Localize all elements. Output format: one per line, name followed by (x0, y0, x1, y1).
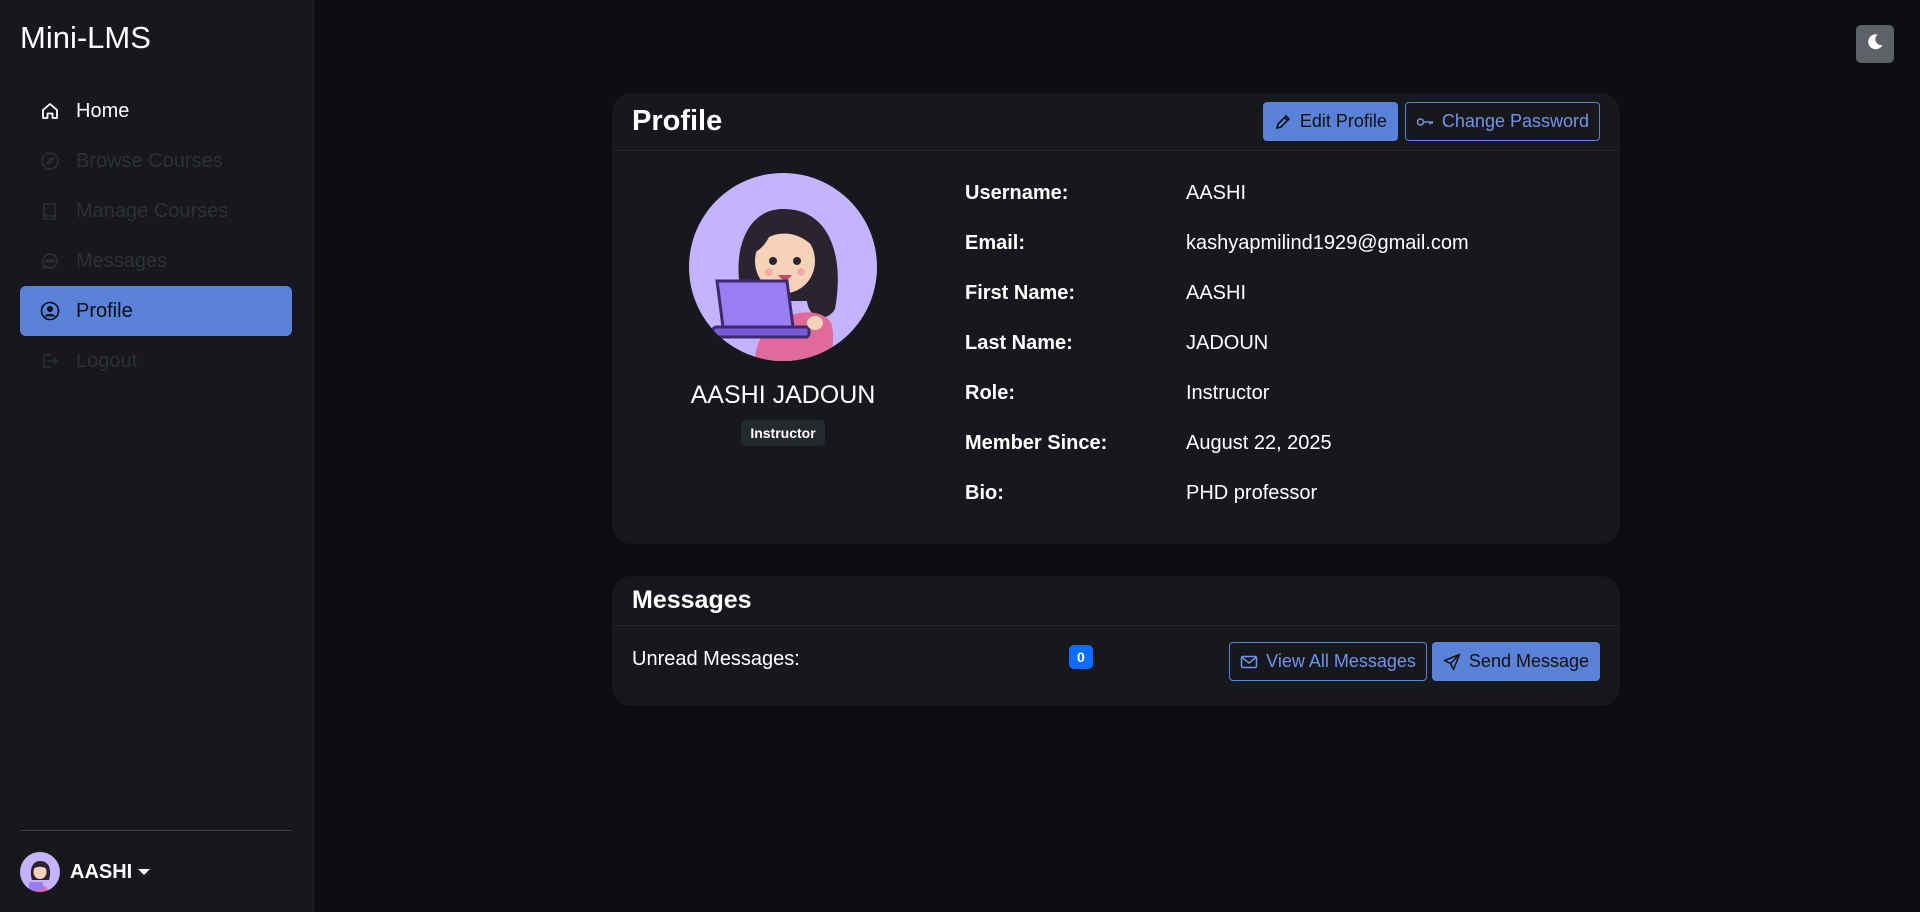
user-name: AASHI (70, 860, 133, 883)
detail-row-first-name: First Name: AASHI (965, 268, 1469, 318)
sidebar-item-manage-courses[interactable]: Manage Courses (20, 186, 292, 236)
detail-label: Last Name: (965, 331, 1073, 354)
detail-value: Instructor (1186, 381, 1270, 404)
pencil-icon (1274, 113, 1292, 131)
detail-value: August 22, 2025 (1186, 431, 1332, 454)
detail-label: First Name: (965, 281, 1076, 304)
avatar (20, 852, 60, 892)
user-menu-toggle[interactable]: AASHI (20, 852, 151, 892)
sidebar-item-label: Profile (76, 299, 133, 322)
moon-icon (1865, 32, 1885, 57)
detail-label: Username: (965, 181, 1069, 204)
messages-card: Messages Unread Messages: 0 View All Mes… (612, 576, 1620, 706)
detail-row-email: Email: kashyapmilind1929@gmail.com (965, 218, 1469, 268)
home-icon (40, 101, 60, 121)
sidebar-item-home[interactable]: Home (20, 86, 292, 136)
detail-value: AASHI (1186, 281, 1247, 304)
sidebar-item-logout[interactable]: Logout (20, 336, 292, 386)
logout-icon (40, 351, 60, 371)
detail-value: AASHI (1186, 181, 1247, 204)
view-all-messages-button[interactable]: View All Messages (1229, 642, 1427, 681)
chat-icon (40, 251, 60, 271)
detail-row-last-name: Last Name: JADOUN (965, 318, 1469, 368)
compass-icon (40, 151, 60, 171)
sidebar-nav: Home Browse Courses Manage Courses Messa… (20, 86, 292, 386)
key-icon (1416, 113, 1434, 131)
sidebar: Mini-LMS Home Browse Courses Manage Cour… (0, 0, 314, 912)
page-title: Profile (632, 105, 723, 137)
profile-card-header: Profile Edit Profile Change Password (612, 93, 1620, 151)
detail-label: Member Since: (965, 431, 1108, 454)
profile-card: Profile Edit Profile Change Password AAS… (612, 93, 1620, 544)
sidebar-item-label: Messages (76, 249, 168, 272)
chevron-down-icon (138, 869, 151, 875)
detail-label: Email: (965, 231, 1026, 254)
send-message-button[interactable]: Send Message (1431, 642, 1600, 681)
detail-row-member-since: Member Since: August 22, 2025 (965, 418, 1469, 468)
send-message-label: Send Message (1468, 651, 1589, 671)
send-icon (1443, 653, 1461, 671)
sidebar-item-label: Home (76, 99, 130, 122)
detail-value: kashyapmilind1929@gmail.com (1186, 231, 1469, 254)
sidebar-item-messages[interactable]: Messages (20, 236, 292, 286)
profile-avatar (689, 173, 877, 361)
edit-profile-button[interactable]: Edit Profile (1262, 102, 1398, 141)
detail-value: JADOUN (1186, 331, 1269, 354)
sidebar-item-browse-courses[interactable]: Browse Courses (20, 136, 292, 186)
unread-count-badge: 0 (1069, 645, 1093, 669)
detail-value: PHD professor (1186, 481, 1318, 504)
book-icon (40, 201, 60, 221)
sidebar-divider (20, 830, 292, 831)
user-circle-icon (40, 301, 60, 321)
envelope-icon (1240, 653, 1258, 671)
profile-details: Username: AASHI Email: kashyapmilind1929… (965, 168, 1469, 518)
messages-title: Messages (632, 586, 752, 614)
sidebar-item-label: Browse Courses (76, 149, 223, 172)
detail-row-username: Username: AASHI (965, 168, 1469, 218)
sidebar-item-profile[interactable]: Profile (20, 286, 292, 336)
sidebar-item-label: Logout (76, 349, 138, 372)
detail-row-role: Role: Instructor (965, 368, 1469, 418)
view-all-messages-label: View All Messages (1266, 651, 1416, 671)
profile-avatar-column: AASHI JADOUN Instructor (612, 173, 954, 446)
detail-label: Bio: (965, 481, 1004, 504)
sidebar-item-label: Manage Courses (76, 199, 229, 222)
detail-label: Role: (965, 381, 1015, 404)
change-password-button[interactable]: Change Password (1404, 102, 1600, 141)
change-password-label: Change Password (1441, 111, 1589, 131)
messages-card-header: Messages (612, 576, 1620, 626)
profile-full-name: AASHI JADOUN (690, 381, 876, 409)
role-badge: Instructor (741, 420, 825, 446)
theme-toggle-button[interactable] (1856, 25, 1894, 63)
unread-messages-label: Unread Messages: (632, 647, 800, 670)
detail-row-bio: Bio: PHD professor (965, 468, 1469, 518)
messages-body: Unread Messages: 0 View All Messages Sen… (632, 634, 1600, 684)
edit-profile-label: Edit Profile (1299, 111, 1387, 131)
app-title[interactable]: Mini-LMS (20, 20, 151, 56)
